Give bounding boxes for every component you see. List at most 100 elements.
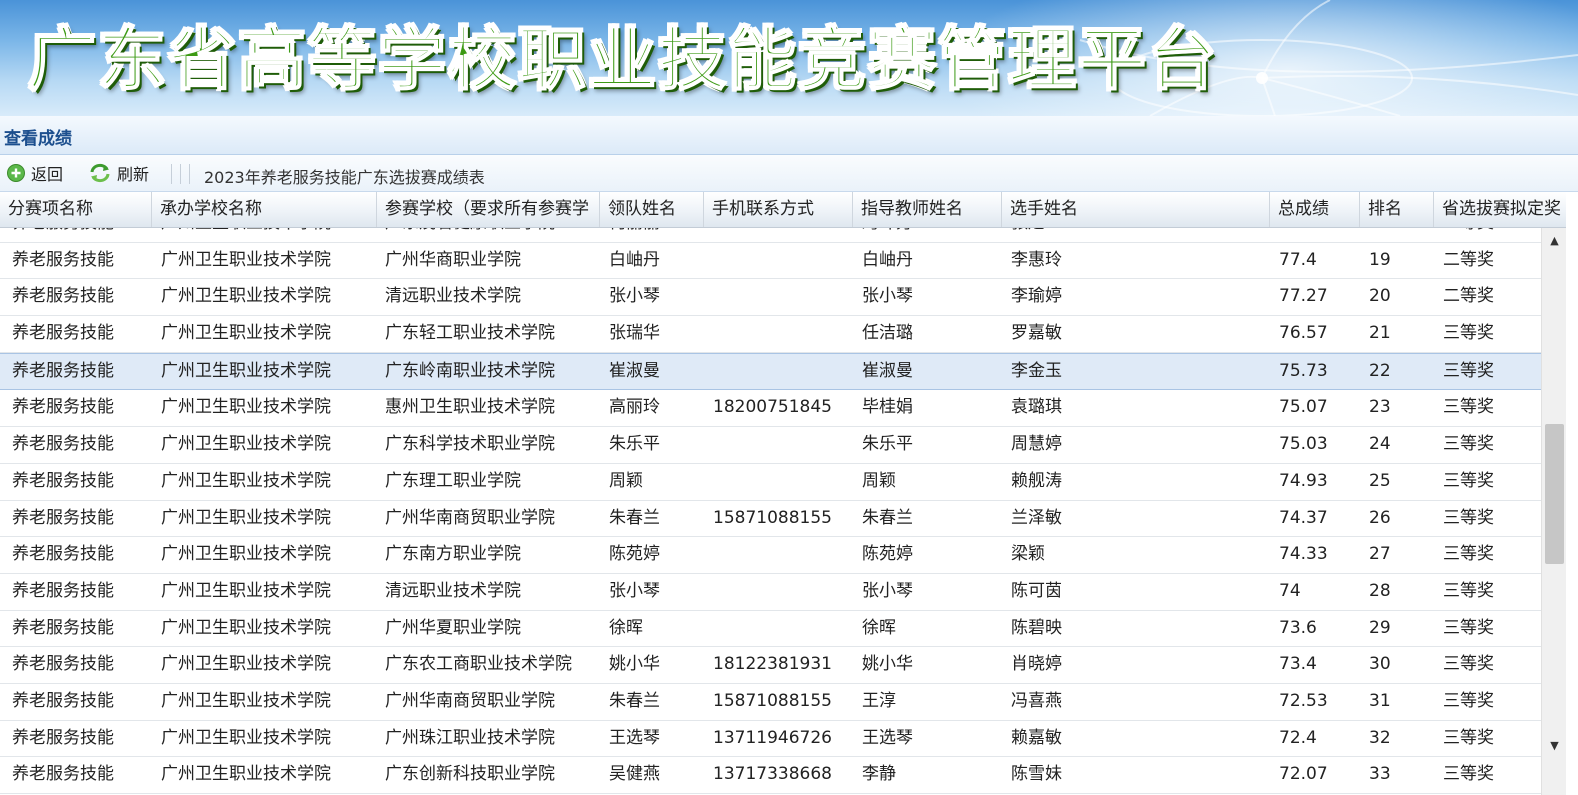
cell-host-school: 广州卫生职业技术学院	[161, 654, 331, 675]
cell-rank: 31	[1369, 690, 1391, 711]
table-row[interactable]: 养老服务技能 广州卫生职业技术学院 广东茂名健康职业学院 何丽丽 15089616264…	[0, 228, 1541, 243]
cell-award: 三等奖	[1443, 764, 1494, 785]
cell-participating-school: 广州华商职业学院	[385, 249, 521, 270]
table-row[interactable]: 养老服务技能 广州卫生职业技术学院 广东轻工职业技术学院 张瑞华 任洁璐 罗嘉敏 76.57…	[0, 316, 1541, 353]
toolbar: 返回 刷新 2023年养老服务技能广东选拔赛成绩表	[0, 155, 1578, 192]
cell-phone	[701, 354, 713, 389]
cell-award: 三等奖	[1443, 690, 1494, 711]
cell-participating-school: 广东创新科技职业学院	[385, 764, 555, 785]
cell-award: 二等奖	[1443, 249, 1494, 270]
table-row[interactable]: 养老服务技能 广州卫生职业技术学院 广州华南商贸职业学院 朱春兰 15871088155…	[0, 683, 1541, 721]
table-row[interactable]: 养老服务技能 广州卫生职业技术学院 广东科学技术职业学院 朱乐平 朱乐平 周慧婷 75.03…	[0, 427, 1541, 464]
cell-participating-school: 广东茂名健康职业学院	[373, 228, 555, 241]
column-header-phone[interactable]: 手机联系方式	[704, 192, 853, 227]
column-header-award[interactable]: 省选拔赛拟定奖	[1434, 192, 1566, 227]
cell-team-leader: 王选琴	[609, 727, 660, 748]
refresh-button[interactable]: 刷新	[88, 161, 149, 185]
cell-contestant: 罗嘉敏	[1011, 323, 1062, 344]
cell-event: 养老服务技能	[12, 690, 114, 711]
cell-team-leader: 徐晖	[609, 617, 643, 638]
cell-contestant: 陈可茵	[1011, 580, 1062, 601]
cell-team-leader: 朱乐平	[609, 434, 660, 455]
table-row[interactable]: 养老服务技能 广州卫生职业技术学院 广东南方职业学院 陈苑婷 陈苑婷 梁颖 74.33 27 三…	[0, 537, 1541, 574]
cell-team-leader: 姚小华	[609, 654, 660, 675]
cell-participating-school: 广东科学技术职业学院	[385, 434, 555, 455]
cell-rank: 33	[1369, 764, 1391, 785]
report-title: 2023年养老服务技能广东选拔赛成绩表	[204, 168, 485, 187]
column-header-contestant[interactable]: 选手姓名	[1002, 192, 1270, 227]
cell-contestant: 兰泽敏	[1011, 507, 1062, 528]
cell-host-school: 广州卫生职业技术学院	[161, 764, 331, 785]
cell-event: 养老服务技能	[12, 360, 114, 381]
vertical-scrollbar[interactable]: ▲ ▼	[1541, 228, 1567, 795]
cell-event: 养老服务技能	[12, 434, 114, 455]
cell-team-leader: 高丽玲	[609, 397, 660, 418]
table-row[interactable]: 养老服务技能 广州卫生职业技术学院 广东岭南职业技术学院 崔淑曼 崔淑曼 李金玉 75.73…	[0, 352, 1541, 391]
column-header-rank[interactable]: 排名	[1360, 192, 1434, 227]
scroll-down-arrow-icon[interactable]: ▼	[1542, 733, 1567, 757]
banner-title: 广东省高等学校职业技能竞赛管理平台	[27, 20, 1219, 101]
column-header-instructor[interactable]: 指导教师姓名	[853, 192, 1002, 227]
column-header-event[interactable]: 分赛项名称	[0, 192, 152, 227]
cell-phone	[701, 243, 713, 278]
cell-award: 三等奖	[1443, 580, 1494, 601]
cell-instructor: 王淳	[862, 690, 896, 711]
refresh-label: 刷新	[117, 165, 150, 184]
scroll-thumb[interactable]	[1545, 424, 1564, 564]
cell-award: 三等奖	[1443, 507, 1494, 528]
column-header-total-score[interactable]: 总成绩	[1270, 192, 1360, 227]
cell-team-leader: 吴健燕	[609, 764, 660, 785]
table-row[interactable]: 养老服务技能 广州卫生职业技术学院 广州华夏职业学院 徐晖 徐晖 陈碧映 73.6 29 三等奖	[0, 610, 1541, 648]
cell-rank: 29	[1369, 617, 1391, 638]
cell-participating-school: 清远职业技术学院	[385, 580, 521, 601]
cell-phone	[701, 611, 713, 646]
column-header-host-school[interactable]: 承办学校名称	[152, 192, 377, 227]
table-row[interactable]: 养老服务技能 广州卫生职业技术学院 广东理工职业学院 周颖 周颖 赖舰涛 74.93 25 三等…	[0, 463, 1541, 501]
cell-award: 三等奖	[1443, 654, 1494, 675]
table-row[interactable]: 养老服务技能 广州卫生职业技术学院 广州华南商贸职业学院 朱春兰 15871088155…	[0, 500, 1541, 538]
back-icon	[7, 164, 25, 182]
cell-award: 二等奖	[1431, 228, 1494, 241]
grid-rows: 养老服务技能广州卫生职业技术学院广东茂名健康职业学院何丽丽15089616264…	[0, 228, 1541, 794]
scroll-up-arrow-icon[interactable]: ▲	[1542, 228, 1567, 252]
table-row[interactable]: 养老服务技能 广州卫生职业技术学院 广州珠江职业技术学院 王选琴 13711946726…	[0, 720, 1541, 758]
cell-host-school: 广州卫生职业技术学院	[161, 470, 331, 491]
cell-contestant: 梁颖	[1011, 544, 1045, 565]
back-button[interactable]: 返回	[6, 161, 63, 185]
column-header-participating-school[interactable]: 参赛学校（要求所有参赛学	[377, 192, 600, 227]
table-row[interactable]: 养老服务技能 广州卫生职业技术学院 广东创新科技职业学院 吴健燕 13717338668…	[0, 757, 1541, 794]
table-row[interactable]: 养老服务技能 广州卫生职业技术学院 惠州卫生职业技术学院 高丽玲 18200751845…	[0, 390, 1541, 428]
cell-instructor: 崔淑曼	[862, 360, 913, 381]
cell-award: 三等奖	[1443, 360, 1494, 381]
cell-event: 养老服务技能	[12, 654, 114, 675]
cell-phone: 13711946726	[713, 727, 832, 748]
table-row[interactable]: 养老服务技能 广州卫生职业技术学院 广州华商职业学院 白岫丹 白岫丹 李惠玲 77.4 19 二…	[0, 242, 1541, 280]
cell-team-leader: 张瑞华	[609, 323, 660, 344]
cell-team-leader: 白岫丹	[609, 249, 660, 270]
cell-event: 养老服务技能	[12, 249, 114, 270]
cell-total-score: 74	[1279, 580, 1301, 601]
cell-instructor: 周颖	[862, 470, 896, 491]
cell-total-score: 73.4	[1279, 654, 1317, 675]
cell-total-score: 72.4	[1279, 727, 1317, 748]
cell-contestant: 陈碧映	[1011, 617, 1062, 638]
toolbar-separator	[180, 164, 181, 184]
cell-rank: 25	[1369, 470, 1391, 491]
cell-event: 养老服务技能	[12, 764, 114, 785]
cell-phone	[701, 316, 713, 351]
table-row[interactable]: 养老服务技能 广州卫生职业技术学院 清远职业技术学院 张小琴 张小琴 李瑜婷 77.27 20…	[0, 279, 1541, 317]
column-header-team-leader[interactable]: 领队姓名	[600, 192, 704, 227]
cell-instructor: 冯叶芳	[850, 228, 913, 241]
table-row[interactable]: 养老服务技能 广州卫生职业技术学院 清远职业技术学院 张小琴 张小琴 陈可茵 74 28 三等奖	[0, 573, 1541, 611]
cell-total-score: 74.37	[1279, 507, 1328, 528]
cell-phone: 15089616264	[701, 228, 832, 241]
cell-team-leader: 张小琴	[609, 286, 660, 307]
toolbar-separator	[189, 164, 190, 184]
cell-host-school: 广州卫生职业技术学院	[161, 323, 331, 344]
cell-team-leader: 崔淑曼	[609, 360, 660, 381]
cell-rank: 24	[1369, 434, 1391, 455]
cell-total-score: 75.07	[1279, 397, 1328, 418]
cell-host-school: 广州卫生职业技术学院	[161, 727, 331, 748]
cell-participating-school: 广东农工商职业技术学院	[385, 654, 572, 675]
table-row[interactable]: 养老服务技能 广州卫生职业技术学院 广东农工商职业技术学院 姚小华 1812238193…	[0, 647, 1541, 684]
